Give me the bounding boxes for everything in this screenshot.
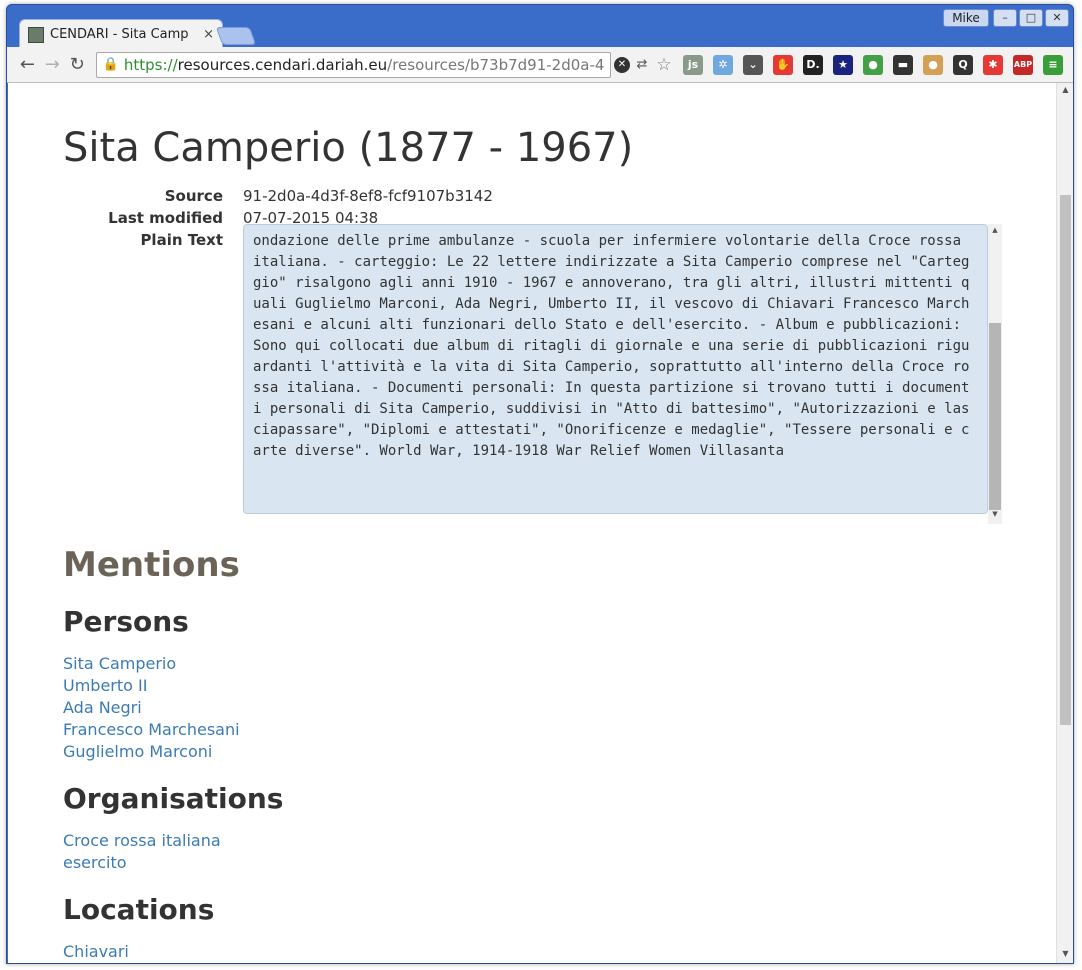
snowflake-icon[interactable]: ✲ [713, 54, 733, 75]
person-link[interactable]: Sita Camperio [63, 653, 240, 675]
meta-row-source: Source 91-2d0a-4d3f-8ef8-fcf9107b3142 [63, 185, 493, 207]
js-icon[interactable]: js [683, 54, 703, 75]
organisations-list: Croce rossa italiana esercito [63, 830, 221, 874]
red-star-badge-icon[interactable]: ✱ [983, 54, 1003, 75]
new-tab-button[interactable] [215, 27, 257, 45]
window-close-icon[interactable]: ✕ [1045, 9, 1069, 27]
plain-text-scrollbar[interactable]: ▲ ▼ [988, 224, 1002, 524]
maximize-icon[interactable]: □ [1019, 9, 1043, 27]
locations-heading: Locations [63, 893, 215, 926]
page-content: Sita Camperio (1877 - 1967) Source 91-2d… [8, 83, 1056, 963]
translate-icon[interactable]: ⇄ [632, 55, 652, 75]
organisations-heading: Organisations [63, 782, 284, 815]
magnifier-q-icon[interactable]: Q [953, 54, 973, 75]
person-link[interactable]: Ada Negri [63, 697, 240, 719]
location-link[interactable]: Chiavari [63, 941, 129, 963]
locations-list: Chiavari [63, 941, 129, 963]
tab-title: CENDARI - Sita Camp [50, 27, 189, 42]
scroll-up-arrow-icon[interactable]: ▲ [989, 226, 1001, 238]
profile-button[interactable]: Mike [943, 9, 989, 27]
meta-label: Last modified [108, 209, 223, 227]
d-logo-icon[interactable]: D. [803, 54, 823, 75]
title-bar: CENDARI - Sita Camp × Mike – □ ✕ [7, 5, 1073, 49]
hand-stop-icon[interactable]: ✋ [773, 54, 793, 75]
abp-icon[interactable]: ABP [1013, 54, 1033, 75]
pocket-icon[interactable]: ⌄ [743, 54, 763, 75]
scrollbar-thumb[interactable] [989, 323, 1001, 510]
address-bar[interactable]: 🔒 https://resources.cendari.dariah.eu/re… [95, 51, 611, 78]
meta-value: 91-2d0a-4d3f-8ef8-fcf9107b3142 [243, 187, 493, 205]
site-favicon-icon [28, 26, 44, 43]
leaf-icon[interactable]: ● [863, 54, 883, 75]
person-link[interactable]: Guglielmo Marconi [63, 741, 240, 763]
meta-label: Plain Text [140, 231, 223, 249]
meta-label: Source [164, 187, 223, 205]
person-link[interactable]: Francesco Marchesani [63, 719, 240, 741]
cookie-icon[interactable]: ● [923, 54, 943, 75]
organisation-link[interactable]: esercito [63, 852, 221, 874]
browser-toolbar: ← → ↻ 🔒 https://resources.cendari.dariah… [7, 47, 1073, 83]
tab-close-icon[interactable]: × [203, 27, 214, 42]
persons-heading: Persons [63, 605, 189, 638]
url-scheme: https:// [123, 55, 178, 74]
scroll-down-arrow-icon[interactable]: ▼ [1060, 949, 1071, 961]
reload-icon[interactable]: ↻ [65, 54, 90, 75]
menu-icon[interactable]: ≡ [1043, 54, 1063, 75]
page-title: Sita Camperio (1877 - 1967) [63, 125, 634, 171]
bookmark-star-icon[interactable]: ☆ [654, 55, 674, 75]
plain-text-area[interactable]: ondazione delle prime ambulanze - scuola… [243, 224, 988, 514]
organisation-link[interactable]: Croce rossa italiana [63, 830, 221, 852]
page-scrollbar[interactable]: ▲ ▼ [1056, 83, 1073, 963]
persons-list: Sita Camperio Umberto II Ada Negri Franc… [63, 653, 240, 763]
person-link[interactable]: Umberto II [63, 675, 240, 697]
extensions-bar: js ✲ ⌄ ✋ D. ★ ● ▬ ● Q ✱ ABP ≡ [683, 54, 1073, 75]
page-scrollbar-thumb[interactable] [1060, 195, 1071, 725]
back-arrow-icon[interactable]: ← [15, 54, 40, 75]
url-path: /resources/b73b7d91-2d0a-4 [387, 55, 605, 74]
blocked-script-icon[interactable]: ✕ [614, 56, 630, 73]
lock-icon: 🔒 [102, 57, 119, 72]
scroll-up-arrow-icon[interactable]: ▲ [1060, 85, 1071, 97]
night-sky-icon[interactable]: ★ [833, 54, 853, 75]
minimize-icon[interactable]: – [993, 9, 1017, 27]
browser-window: CENDARI - Sita Camp × Mike – □ ✕ ← → ↻ 🔒… [6, 4, 1074, 964]
mentions-heading: Mentions [63, 545, 240, 585]
url-host: resources.cendari.dariah.eu [177, 55, 388, 74]
forward-arrow-icon[interactable]: → [40, 54, 65, 75]
browser-tab[interactable]: CENDARI - Sita Camp × [19, 19, 223, 49]
scroll-down-arrow-icon[interactable]: ▼ [989, 510, 1001, 522]
spy-mask-icon[interactable]: ▬ [893, 54, 913, 75]
